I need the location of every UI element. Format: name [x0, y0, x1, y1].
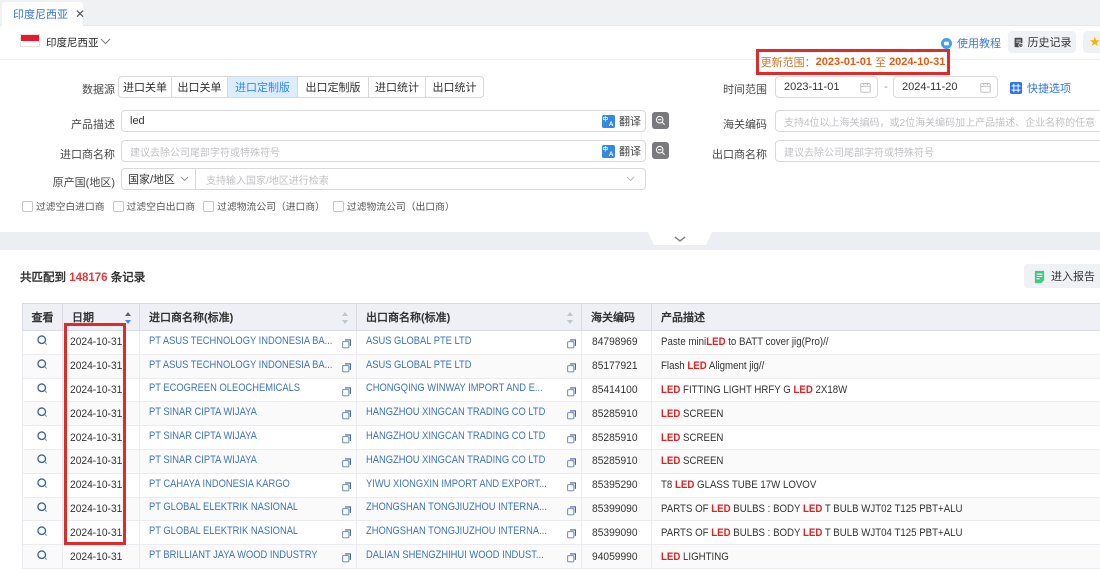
svg-text:中: 中 — [602, 145, 608, 153]
svg-text:中: 中 — [602, 115, 608, 123]
svg-text:A: A — [609, 121, 614, 128]
svg-text:A: A — [609, 151, 614, 158]
